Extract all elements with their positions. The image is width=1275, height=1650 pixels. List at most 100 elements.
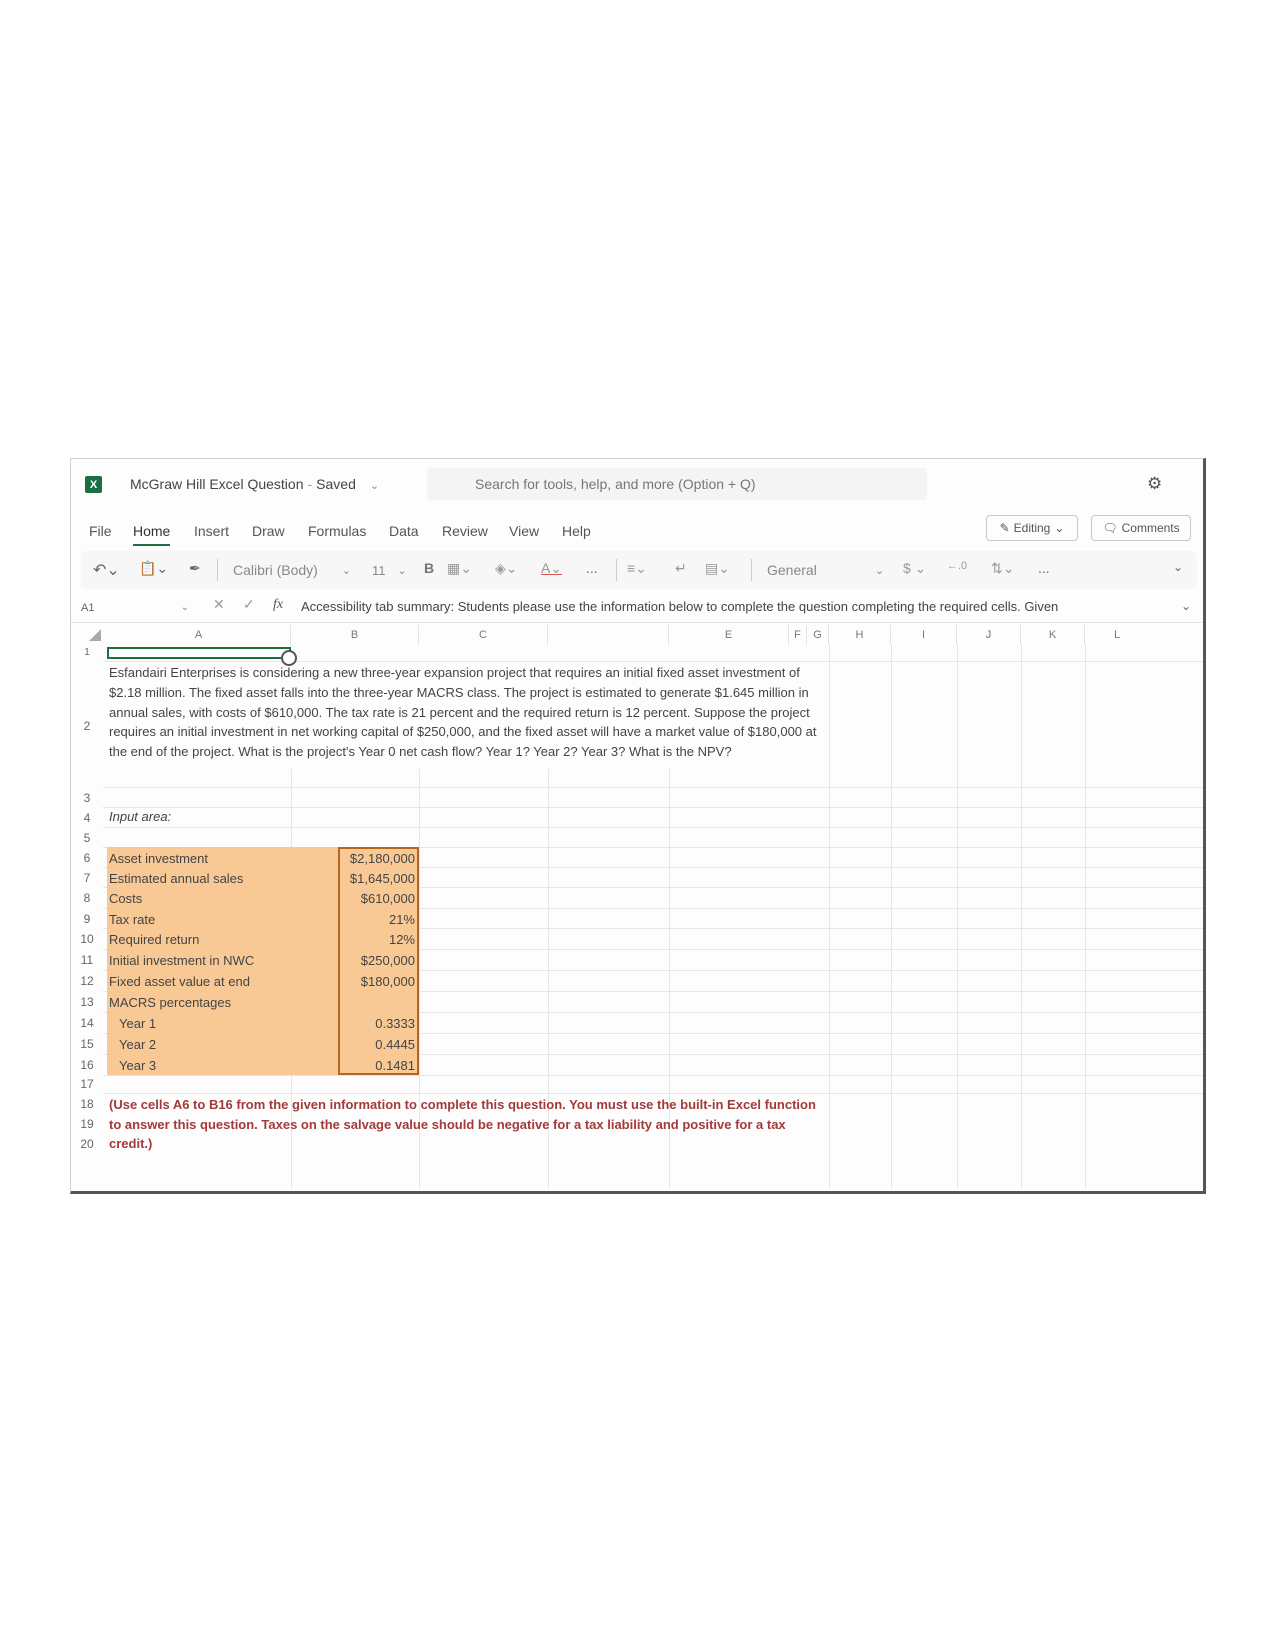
row-header-2[interactable]: 2 (71, 719, 103, 733)
wrap-text-icon[interactable]: ↵ (675, 560, 687, 577)
row-header-17[interactable]: 17 (71, 1077, 103, 1091)
more-options-button[interactable]: ... (1038, 560, 1050, 576)
column-header-f[interactable]: F (789, 625, 807, 645)
undo-icon[interactable]: ↶⌄ (93, 560, 120, 580)
fill-color-icon[interactable]: ◈⌄ (495, 560, 518, 577)
column-header-h[interactable]: H (829, 625, 891, 645)
function-icon[interactable]: fx (273, 597, 283, 613)
row-header-14[interactable]: 14 (71, 1016, 103, 1030)
cell-a15[interactable]: Year 2 (119, 1037, 156, 1052)
tab-insert[interactable]: Insert (194, 523, 229, 539)
cell-a11[interactable]: Initial investment in NWC (109, 953, 254, 968)
column-header-a[interactable]: A (107, 625, 291, 645)
tab-view[interactable]: View (509, 523, 539, 539)
row-header-8[interactable]: 8 (71, 891, 103, 905)
row-header-16[interactable]: 16 (71, 1058, 103, 1072)
font-name-select[interactable]: Calibri (Body) ⌄ (227, 557, 357, 583)
cell-b11[interactable]: $250,000 (339, 953, 415, 968)
paste-icon[interactable]: 📋⌄ (139, 560, 168, 577)
cell-a7[interactable]: Estimated annual sales (109, 871, 243, 886)
merge-cells-icon[interactable]: ▤⌄ (705, 560, 730, 577)
selected-cell-a1[interactable] (107, 647, 291, 659)
row-header-18[interactable]: 18 (71, 1097, 103, 1111)
editing-mode-button[interactable]: ✎ Editing ⌄ (986, 515, 1078, 541)
cell-a14[interactable]: Year 1 (119, 1016, 156, 1031)
row-header-10[interactable]: 10 (71, 932, 103, 946)
row-header-15[interactable]: 15 (71, 1037, 103, 1051)
row-header-4[interactable]: 4 (71, 811, 103, 825)
column-header-d[interactable] (548, 625, 669, 645)
column-header-j[interactable]: J (957, 625, 1021, 645)
document-title[interactable]: McGraw Hill Excel Question - Saved ⌄ (130, 476, 379, 492)
row-header-3[interactable]: 3 (71, 791, 103, 805)
cell-b9[interactable]: 21% (339, 912, 415, 927)
cell-a9[interactable]: Tax rate (109, 912, 155, 927)
expand-formula-bar-icon[interactable]: ⌄ (1181, 599, 1191, 613)
gear-icon[interactable]: ⚙ (1147, 475, 1165, 493)
tab-home[interactable]: Home (133, 523, 171, 546)
row-header-20[interactable]: 20 (71, 1137, 103, 1151)
ribbon-collapse-chevron-icon[interactable]: ⌄ (1173, 560, 1183, 574)
font-size-select[interactable]: 11 ⌄ (366, 557, 412, 583)
row-header-13[interactable]: 13 (71, 995, 103, 1009)
confirm-icon[interactable]: ✓ (243, 596, 255, 613)
tab-file[interactable]: File (89, 523, 112, 539)
instructions-note-cell[interactable]: (Use cells A6 to B16 from the given info… (109, 1095, 829, 1154)
input-area-label[interactable]: Input area: (109, 809, 171, 824)
cell-a12[interactable]: Fixed asset value at end (109, 974, 250, 989)
cell-b6[interactable]: $2,180,000 (339, 851, 415, 866)
formula-input[interactable]: Accessibility tab summary: Students plea… (301, 599, 1165, 614)
cell-b14[interactable]: 0.3333 (339, 1016, 415, 1031)
gridline (103, 661, 1203, 662)
row-header-11[interactable]: 11 (71, 953, 103, 967)
column-header-b[interactable]: B (291, 625, 419, 645)
cell-b7[interactable]: $1,645,000 (339, 871, 415, 886)
font-color-icon[interactable]: A⌄ (541, 560, 562, 577)
excel-app-icon[interactable]: X (85, 476, 102, 493)
bold-button[interactable]: B (424, 560, 434, 576)
currency-format-button[interactable]: $ ⌄ (903, 560, 926, 577)
name-box[interactable]: A1 ⌄ (77, 597, 193, 619)
cell-b16[interactable]: 0.1481 (339, 1058, 415, 1073)
cell-b15[interactable]: 0.4445 (339, 1037, 415, 1052)
cell-a13[interactable]: MACRS percentages (109, 995, 231, 1010)
cell-b8[interactable]: $610,000 (339, 891, 415, 906)
row-header-5[interactable]: 5 (71, 831, 103, 845)
cell-b12[interactable]: $180,000 (339, 974, 415, 989)
sort-icon[interactable]: ⇅⌄ (991, 560, 1014, 577)
cell-a6[interactable]: Asset investment (109, 851, 208, 866)
tab-help[interactable]: Help (562, 523, 591, 539)
format-painter-icon[interactable]: ✒ (189, 560, 201, 577)
tab-draw[interactable]: Draw (252, 523, 285, 539)
row-header-19[interactable]: 19 (71, 1117, 103, 1131)
row-header-12[interactable]: 12 (71, 974, 103, 988)
row-header-6[interactable]: 6 (71, 851, 103, 865)
tab-formulas[interactable]: Formulas (308, 523, 366, 539)
column-header-l[interactable]: L (1085, 625, 1149, 645)
cell-a10[interactable]: Required return (109, 932, 199, 947)
column-header-i[interactable]: I (891, 625, 957, 645)
row-header-9[interactable]: 9 (71, 912, 103, 926)
column-header-k[interactable]: K (1021, 625, 1085, 645)
borders-icon[interactable]: ▦⌄ (447, 560, 472, 577)
decimal-places-icon[interactable]: ←.0 (947, 560, 967, 572)
select-all-corner[interactable] (89, 629, 101, 641)
search-input[interactable]: Search for tools, help, and more (Option… (427, 468, 927, 500)
row-header-1[interactable]: 1 (71, 647, 103, 658)
row-header-7[interactable]: 7 (71, 871, 103, 885)
tab-review[interactable]: Review (442, 523, 488, 539)
cancel-icon[interactable]: ✕ (213, 596, 225, 613)
number-format-select[interactable]: General ⌄ (763, 557, 891, 583)
spreadsheet-grid[interactable]: A B C E F G H I J K L 1 2 3 4 5 6 7 8 9 … (71, 625, 1203, 1191)
cell-a16[interactable]: Year 3 (119, 1058, 156, 1073)
align-icon[interactable]: ≡⌄ (627, 560, 647, 577)
cell-a8[interactable]: Costs (109, 891, 142, 906)
comments-button[interactable]: 🗨 Comments (1091, 515, 1191, 541)
column-header-g[interactable]: G (807, 625, 829, 645)
column-header-e[interactable]: E (669, 625, 789, 645)
column-header-c[interactable]: C (419, 625, 548, 645)
tab-data[interactable]: Data (389, 523, 419, 539)
problem-statement-cell[interactable]: Esfandairi Enterprises is considering a … (109, 663, 829, 762)
cell-b10[interactable]: 12% (339, 932, 415, 947)
more-font-options-button[interactable]: ... (586, 560, 598, 576)
